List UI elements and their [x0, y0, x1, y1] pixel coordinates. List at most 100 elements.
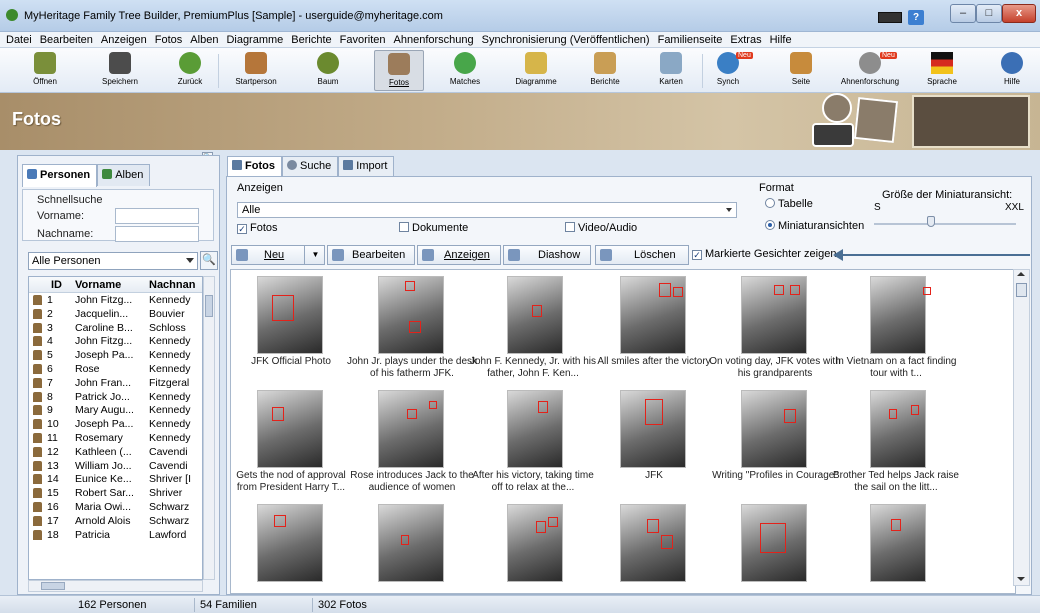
photo-image[interactable]: [741, 504, 807, 582]
checkbox-box[interactable]: ✓: [237, 224, 247, 234]
lastname-input[interactable]: [115, 226, 199, 242]
scroll-thumb[interactable]: [41, 582, 65, 590]
table-row[interactable]: 12 Kathleen (... Cavendi: [29, 445, 202, 459]
photo-image[interactable]: [257, 504, 323, 582]
thumbnail-size-slider-thumb[interactable]: [926, 216, 935, 227]
photo-thumbnail[interactable]: All smiles after the victory: [588, 272, 720, 384]
table-row[interactable]: 16 Maria Owi... Schwarz: [29, 500, 202, 514]
table-row[interactable]: 4 John Fitzg... Kennedy: [29, 334, 202, 348]
face-tag-box[interactable]: [272, 295, 294, 321]
photo-thumbnail[interactable]: In Vietnam on a fact finding tour with t…: [830, 272, 962, 384]
filter-search-button[interactable]: 🔍: [200, 251, 218, 270]
toolbar-startperson-button[interactable]: Startperson: [228, 50, 284, 91]
menu-anzeigen[interactable]: Anzeigen: [97, 32, 151, 48]
photo-thumbnail[interactable]: Gets the nod of approval from President …: [231, 386, 357, 498]
face-tag-box[interactable]: [647, 519, 659, 533]
titlebar-help-button[interactable]: ?: [908, 10, 924, 25]
photo-thumbnail[interactable]: John F. Kennedy, Jr. with his father, Jo…: [467, 272, 599, 384]
photo-image[interactable]: [507, 390, 563, 468]
column-nachname[interactable]: Nachnan: [149, 279, 195, 291]
toolbar-maps-button[interactable]: Karten: [646, 50, 696, 91]
face-tag-box[interactable]: [409, 321, 421, 333]
face-tag-box[interactable]: [548, 517, 558, 527]
photo-thumbnail[interactable]: Rose introduces Jack to the audience of …: [346, 386, 478, 498]
show-type-select[interactable]: Alle: [237, 202, 737, 218]
face-tag-box[interactable]: [645, 399, 663, 425]
table-row[interactable]: 17 Arnold Alois Schwarz: [29, 514, 202, 528]
table-row[interactable]: 18 Patricia Lawford: [29, 528, 202, 542]
photo-image[interactable]: [870, 504, 926, 582]
radio-dot[interactable]: [765, 198, 775, 208]
photo-thumbnail[interactable]: John Jr. plays under the desk of his fat…: [346, 272, 478, 384]
view-button[interactable]: Anzeigen: [417, 245, 501, 265]
photo-image[interactable]: [620, 504, 686, 582]
toolbar-research-button[interactable]: Ahnenforschung Neu: [834, 50, 906, 91]
gallery-scrollbar[interactable]: [1013, 269, 1030, 586]
menu-hilfe[interactable]: Hilfe: [766, 32, 796, 48]
face-tag-box[interactable]: [659, 283, 671, 297]
menu-alben[interactable]: Alben: [186, 32, 222, 48]
column-id[interactable]: ID: [51, 279, 62, 291]
delete-button[interactable]: Löschen: [595, 245, 689, 265]
face-tag-box[interactable]: [407, 409, 417, 419]
table-row[interactable]: 14 Eunice Ke... Shriver [I: [29, 472, 202, 486]
toolbar-language-button[interactable]: Sprache: [918, 50, 966, 91]
menu-synchronisierung[interactable]: Synchronisierung (Veröffentlichen): [478, 32, 654, 48]
photo-image[interactable]: [507, 276, 563, 354]
keyboard-icon[interactable]: [878, 12, 902, 23]
radio-tabelle[interactable]: Tabelle: [765, 198, 813, 210]
photo-thumbnail[interactable]: [709, 500, 841, 593]
toolbar-save-button[interactable]: Speichern: [92, 50, 148, 91]
photo-thumbnail[interactable]: [231, 500, 357, 593]
face-tag-box[interactable]: [538, 401, 548, 413]
photo-thumbnail[interactable]: Writing "Profiles in Courage": [709, 386, 841, 498]
menu-ahnenforschung[interactable]: Ahnenforschung: [390, 32, 478, 48]
checkbox-dokumente[interactable]: Dokumente: [399, 222, 468, 234]
table-row[interactable]: 6 Rose Kennedy: [29, 362, 202, 376]
toolbar-back-button[interactable]: Zurück: [166, 50, 214, 91]
photo-image[interactable]: [257, 276, 323, 354]
thumbnail-size-slider[interactable]: [874, 223, 1016, 225]
toolbar-site-button[interactable]: Seite: [776, 50, 826, 91]
checkbox-box[interactable]: [565, 222, 575, 232]
column-vorname[interactable]: Vorname: [75, 279, 121, 291]
photo-thumbnail[interactable]: [346, 500, 478, 593]
tab-import[interactable]: Import: [338, 156, 395, 177]
minimize-button[interactable]: –: [950, 4, 976, 23]
toolbar-charts-button[interactable]: Diagramme: [505, 50, 567, 91]
toolbar-help-button[interactable]: Hilfe: [990, 50, 1034, 91]
face-tag-box[interactable]: [274, 515, 286, 527]
edit-button[interactable]: Bearbeiten: [327, 245, 415, 265]
face-tag-box[interactable]: [923, 287, 931, 295]
face-tag-box[interactable]: [536, 521, 546, 533]
toolbar-open-button[interactable]: Öffnen: [20, 50, 70, 91]
people-filter-select[interactable]: Alle Personen: [28, 252, 198, 270]
menu-fotos[interactable]: Fotos: [151, 32, 187, 48]
checkbox-video-audio[interactable]: Video/Audio: [565, 222, 637, 234]
photo-thumbnail[interactable]: JFK: [588, 386, 720, 498]
menu-berichte[interactable]: Berichte: [287, 32, 335, 48]
photo-image[interactable]: [378, 504, 444, 582]
table-row[interactable]: 10 Joseph Pa... Kennedy: [29, 417, 202, 431]
checkbox-box[interactable]: ✓: [692, 250, 702, 260]
face-tag-box[interactable]: [889, 409, 897, 419]
face-tag-box[interactable]: [673, 287, 683, 297]
toolbar-matches-button[interactable]: Matches: [440, 50, 490, 91]
radio-dot[interactable]: [765, 220, 775, 230]
photo-image[interactable]: [870, 390, 926, 468]
photo-thumbnail[interactable]: JFK Official Photo: [231, 272, 357, 384]
slideshow-button[interactable]: Diashow: [503, 245, 591, 265]
radio-miniaturansichten[interactable]: Miniaturansichten: [765, 220, 864, 232]
face-tag-box[interactable]: [532, 305, 542, 317]
scroll-thumb[interactable]: [1016, 283, 1027, 297]
photo-image[interactable]: [870, 276, 931, 354]
menu-diagramme[interactable]: Diagramme: [222, 32, 287, 48]
photo-thumbnail[interactable]: [588, 500, 720, 593]
table-row[interactable]: 7 John Fran... Fitzgeral: [29, 376, 202, 390]
menu-extras[interactable]: Extras: [726, 32, 765, 48]
toolbar-reports-button[interactable]: Berichte: [578, 50, 632, 91]
tab-personen[interactable]: Personen: [22, 164, 98, 187]
show-tagged-faces-checkbox[interactable]: ✓ Markierte Gesichter zeigen: [692, 248, 836, 260]
menu-familienseite[interactable]: Familienseite: [654, 32, 727, 48]
face-tag-box[interactable]: [405, 281, 415, 291]
